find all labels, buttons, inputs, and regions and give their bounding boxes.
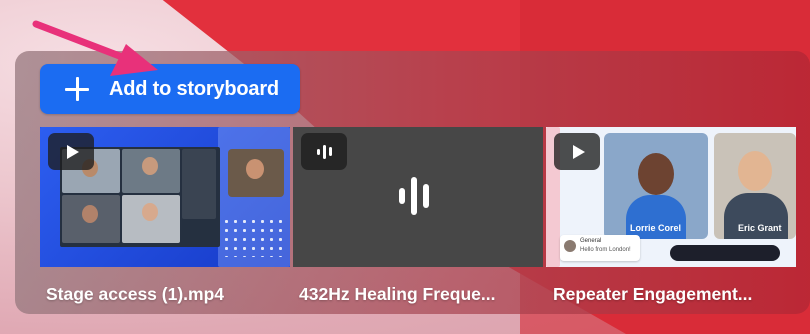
play-icon	[572, 144, 585, 159]
media-title-432hz[interactable]: 432Hz Healing Freque...	[299, 284, 495, 305]
media-thumbnail-repeater-engagement[interactable]: Lorrie Corel Eric Grant General Hello fr…	[546, 127, 796, 267]
video-cell	[182, 149, 216, 219]
video-cell	[62, 195, 120, 243]
video-cell	[122, 149, 180, 193]
video-cell	[122, 195, 180, 243]
media-thumbnail-432hz-audio[interactable]	[293, 127, 543, 267]
media-thumbnail-stage-access[interactable]	[40, 127, 290, 267]
audio-wave-icon	[316, 144, 332, 159]
media-title-repeater[interactable]: Repeater Engagement...	[553, 284, 752, 305]
play-icon	[66, 144, 79, 159]
audio-waveform-icon	[399, 177, 429, 215]
media-title-stage-access[interactable]: Stage access (1).mp4	[46, 284, 224, 305]
participant-name-right: Eric Grant	[738, 223, 782, 233]
chat-line-1: General	[580, 238, 602, 244]
audio-badge	[301, 133, 347, 170]
chat-line-2: Hello from London!	[580, 247, 631, 253]
participant-name-left: Lorrie Corel	[630, 223, 682, 233]
call-controls-bar	[670, 245, 780, 261]
video-badge	[554, 133, 600, 170]
pointer-arrow-icon	[32, 20, 158, 76]
thumbnail-side-video	[228, 149, 284, 197]
thumbnail-dot-pattern	[222, 217, 282, 257]
video-badge	[48, 133, 94, 170]
chat-bubble: General Hello from London!	[560, 235, 640, 261]
